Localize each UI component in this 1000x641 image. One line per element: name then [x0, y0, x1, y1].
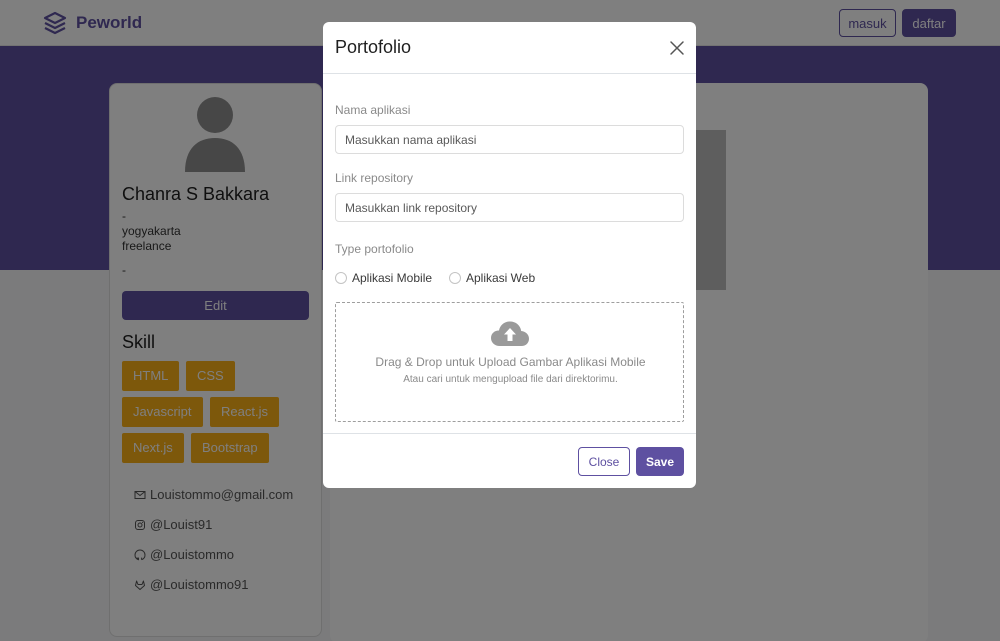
cloud-upload-icon [491, 321, 529, 346]
radio-button[interactable] [449, 272, 461, 284]
type-label: Type portofolio [335, 242, 414, 256]
modal-header: Portofolio [323, 22, 696, 74]
modal-title: Portofolio [335, 37, 412, 57]
save-button[interactable]: Save [636, 447, 684, 476]
close-icon[interactable] [668, 39, 686, 57]
app-name-input[interactable] [335, 125, 684, 154]
close-button[interactable]: Close [578, 447, 630, 476]
repo-label: Link repository [335, 171, 414, 185]
radio-web[interactable]: Aplikasi Web [449, 271, 535, 285]
radio-label: Aplikasi Web [466, 271, 536, 285]
repo-input[interactable] [335, 193, 684, 222]
dropzone-subtext: Atau cari untuk mengupload file dari dir… [403, 374, 618, 385]
radio-mobile[interactable]: Aplikasi Mobile [335, 271, 432, 285]
image-dropzone[interactable]: Drag & Drop untuk Upload Gambar Aplikasi… [335, 302, 684, 422]
portfolio-modal: Portofolio Nama aplikasi Link repository… [323, 22, 696, 488]
dropzone-text: Drag & Drop untuk Upload Gambar Aplikasi… [375, 355, 646, 369]
radio-button[interactable] [335, 272, 347, 284]
radio-label: Aplikasi Mobile [352, 271, 433, 285]
modal-footer: Close Save [323, 433, 696, 488]
app-name-label: Nama aplikasi [335, 103, 411, 117]
